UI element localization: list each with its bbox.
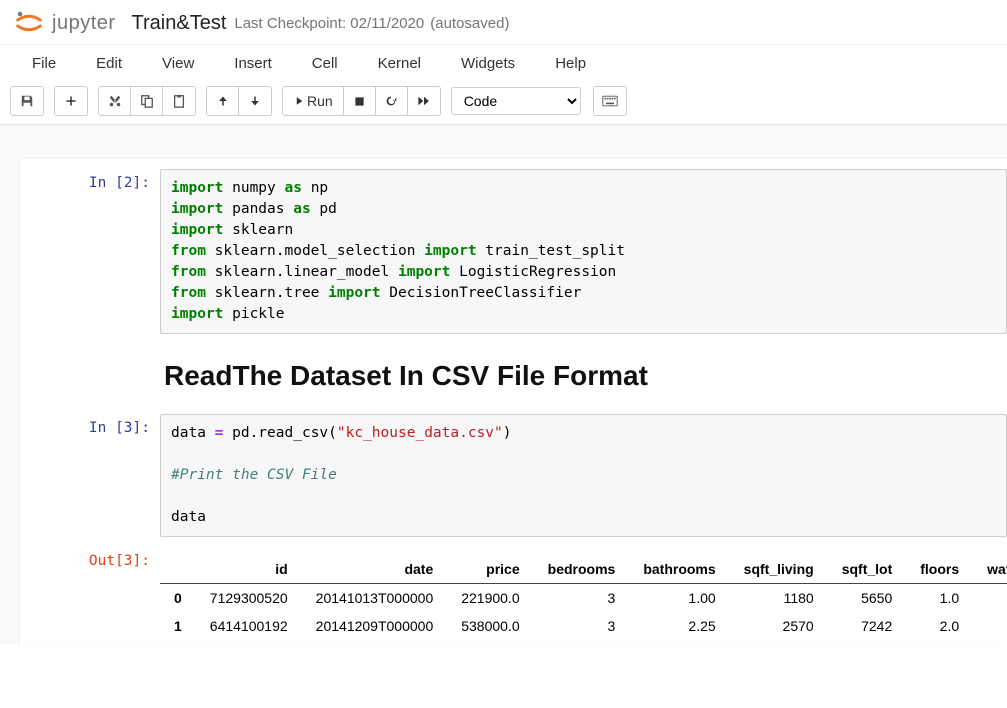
- menu-kernel[interactable]: Kernel: [358, 45, 441, 82]
- output-table: id date price bedrooms bathrooms sqft_li…: [160, 547, 1007, 640]
- checkpoint-label: Last Checkpoint: 02/11/2020: [234, 15, 424, 32]
- restart-run-all-button[interactable]: [408, 87, 440, 115]
- scissors-icon: [108, 94, 122, 108]
- stop-icon: [354, 96, 365, 107]
- table-header: floors: [906, 555, 973, 584]
- fast-forward-icon: [417, 95, 431, 107]
- menu-cell[interactable]: Cell: [292, 45, 358, 82]
- menu-insert[interactable]: Insert: [214, 45, 292, 82]
- dataframe-table: id date price bedrooms bathrooms sqft_li…: [160, 555, 1007, 640]
- output-prompt: Out[3]:: [20, 547, 160, 640]
- arrow-down-icon: [249, 95, 261, 107]
- notebook-container: In [2]: import numpy as np import pandas…: [0, 125, 1007, 644]
- arrow-up-icon: [217, 95, 229, 107]
- stop-button[interactable]: [344, 87, 376, 115]
- add-cell-button[interactable]: [55, 87, 87, 115]
- menu-help[interactable]: Help: [535, 45, 606, 82]
- table-header: waterfron: [973, 555, 1007, 584]
- table-header: id: [196, 555, 302, 584]
- toolbar: Run Code: [0, 82, 1007, 125]
- row-index: 0: [160, 584, 196, 613]
- autosaved-label: (autosaved): [430, 15, 509, 32]
- table-header: sqft_living: [730, 555, 828, 584]
- code-editor[interactable]: data = pd.read_csv("kc_house_data.csv") …: [160, 414, 1007, 537]
- paste-button[interactable]: [163, 87, 195, 115]
- menu-edit[interactable]: Edit: [76, 45, 142, 82]
- menu-view[interactable]: View: [142, 45, 214, 82]
- run-button-label: Run: [307, 93, 333, 109]
- save-button[interactable]: [11, 87, 43, 115]
- markdown-heading: ReadThe Dataset In CSV File Format: [160, 344, 1007, 404]
- menu-bar: File Edit View Insert Cell Kernel Widget…: [0, 45, 1007, 82]
- input-prompt: In [3]:: [20, 414, 160, 537]
- markdown-prompt: [20, 344, 160, 404]
- plus-icon: [65, 95, 77, 107]
- table-header: sqft_lot: [828, 555, 907, 584]
- jupyter-logo-text: jupyter: [52, 12, 116, 35]
- input-prompt: In [2]:: [20, 169, 160, 334]
- copy-icon: [140, 94, 154, 108]
- table-header: price: [447, 555, 533, 584]
- table-header: bathrooms: [629, 555, 729, 584]
- paste-icon: [172, 94, 186, 108]
- table-header: [160, 555, 196, 584]
- code-editor[interactable]: import numpy as np import pandas as pd i…: [160, 169, 1007, 334]
- copy-button[interactable]: [131, 87, 163, 115]
- save-icon: [20, 94, 34, 108]
- markdown-cell[interactable]: ReadThe Dataset In CSV File Format: [20, 340, 1007, 408]
- restart-icon: [384, 94, 398, 108]
- code-cell[interactable]: In [2]: import numpy as np import pandas…: [20, 165, 1007, 338]
- jupyter-logo[interactable]: jupyter: [14, 8, 116, 38]
- table-row: 1 6414100192 20141209T000000 538000.0 3 …: [160, 612, 1007, 640]
- run-button[interactable]: Run: [283, 87, 344, 115]
- table-header: date: [302, 555, 448, 584]
- output-cell: Out[3]: id date price bedrooms bathrooms: [20, 543, 1007, 644]
- cut-button[interactable]: [99, 87, 131, 115]
- run-icon: [293, 95, 303, 107]
- cell-type-select[interactable]: Code: [451, 87, 581, 115]
- menu-file[interactable]: File: [12, 45, 76, 82]
- row-index: 1: [160, 612, 196, 640]
- keyboard-icon: [602, 95, 618, 107]
- table-row: 0 7129300520 20141013T000000 221900.0 3 …: [160, 584, 1007, 613]
- move-down-button[interactable]: [239, 87, 271, 115]
- menu-widgets[interactable]: Widgets: [441, 45, 535, 82]
- code-cell[interactable]: In [3]: data = pd.read_csv("kc_house_dat…: [20, 410, 1007, 541]
- restart-button[interactable]: [376, 87, 408, 115]
- table-header: bedrooms: [534, 555, 630, 584]
- notebook-header: jupyter Train&Test Last Checkpoint: 02/1…: [0, 0, 1007, 45]
- notebook-title[interactable]: Train&Test: [132, 12, 227, 35]
- command-palette-button[interactable]: [594, 87, 626, 115]
- move-up-button[interactable]: [207, 87, 239, 115]
